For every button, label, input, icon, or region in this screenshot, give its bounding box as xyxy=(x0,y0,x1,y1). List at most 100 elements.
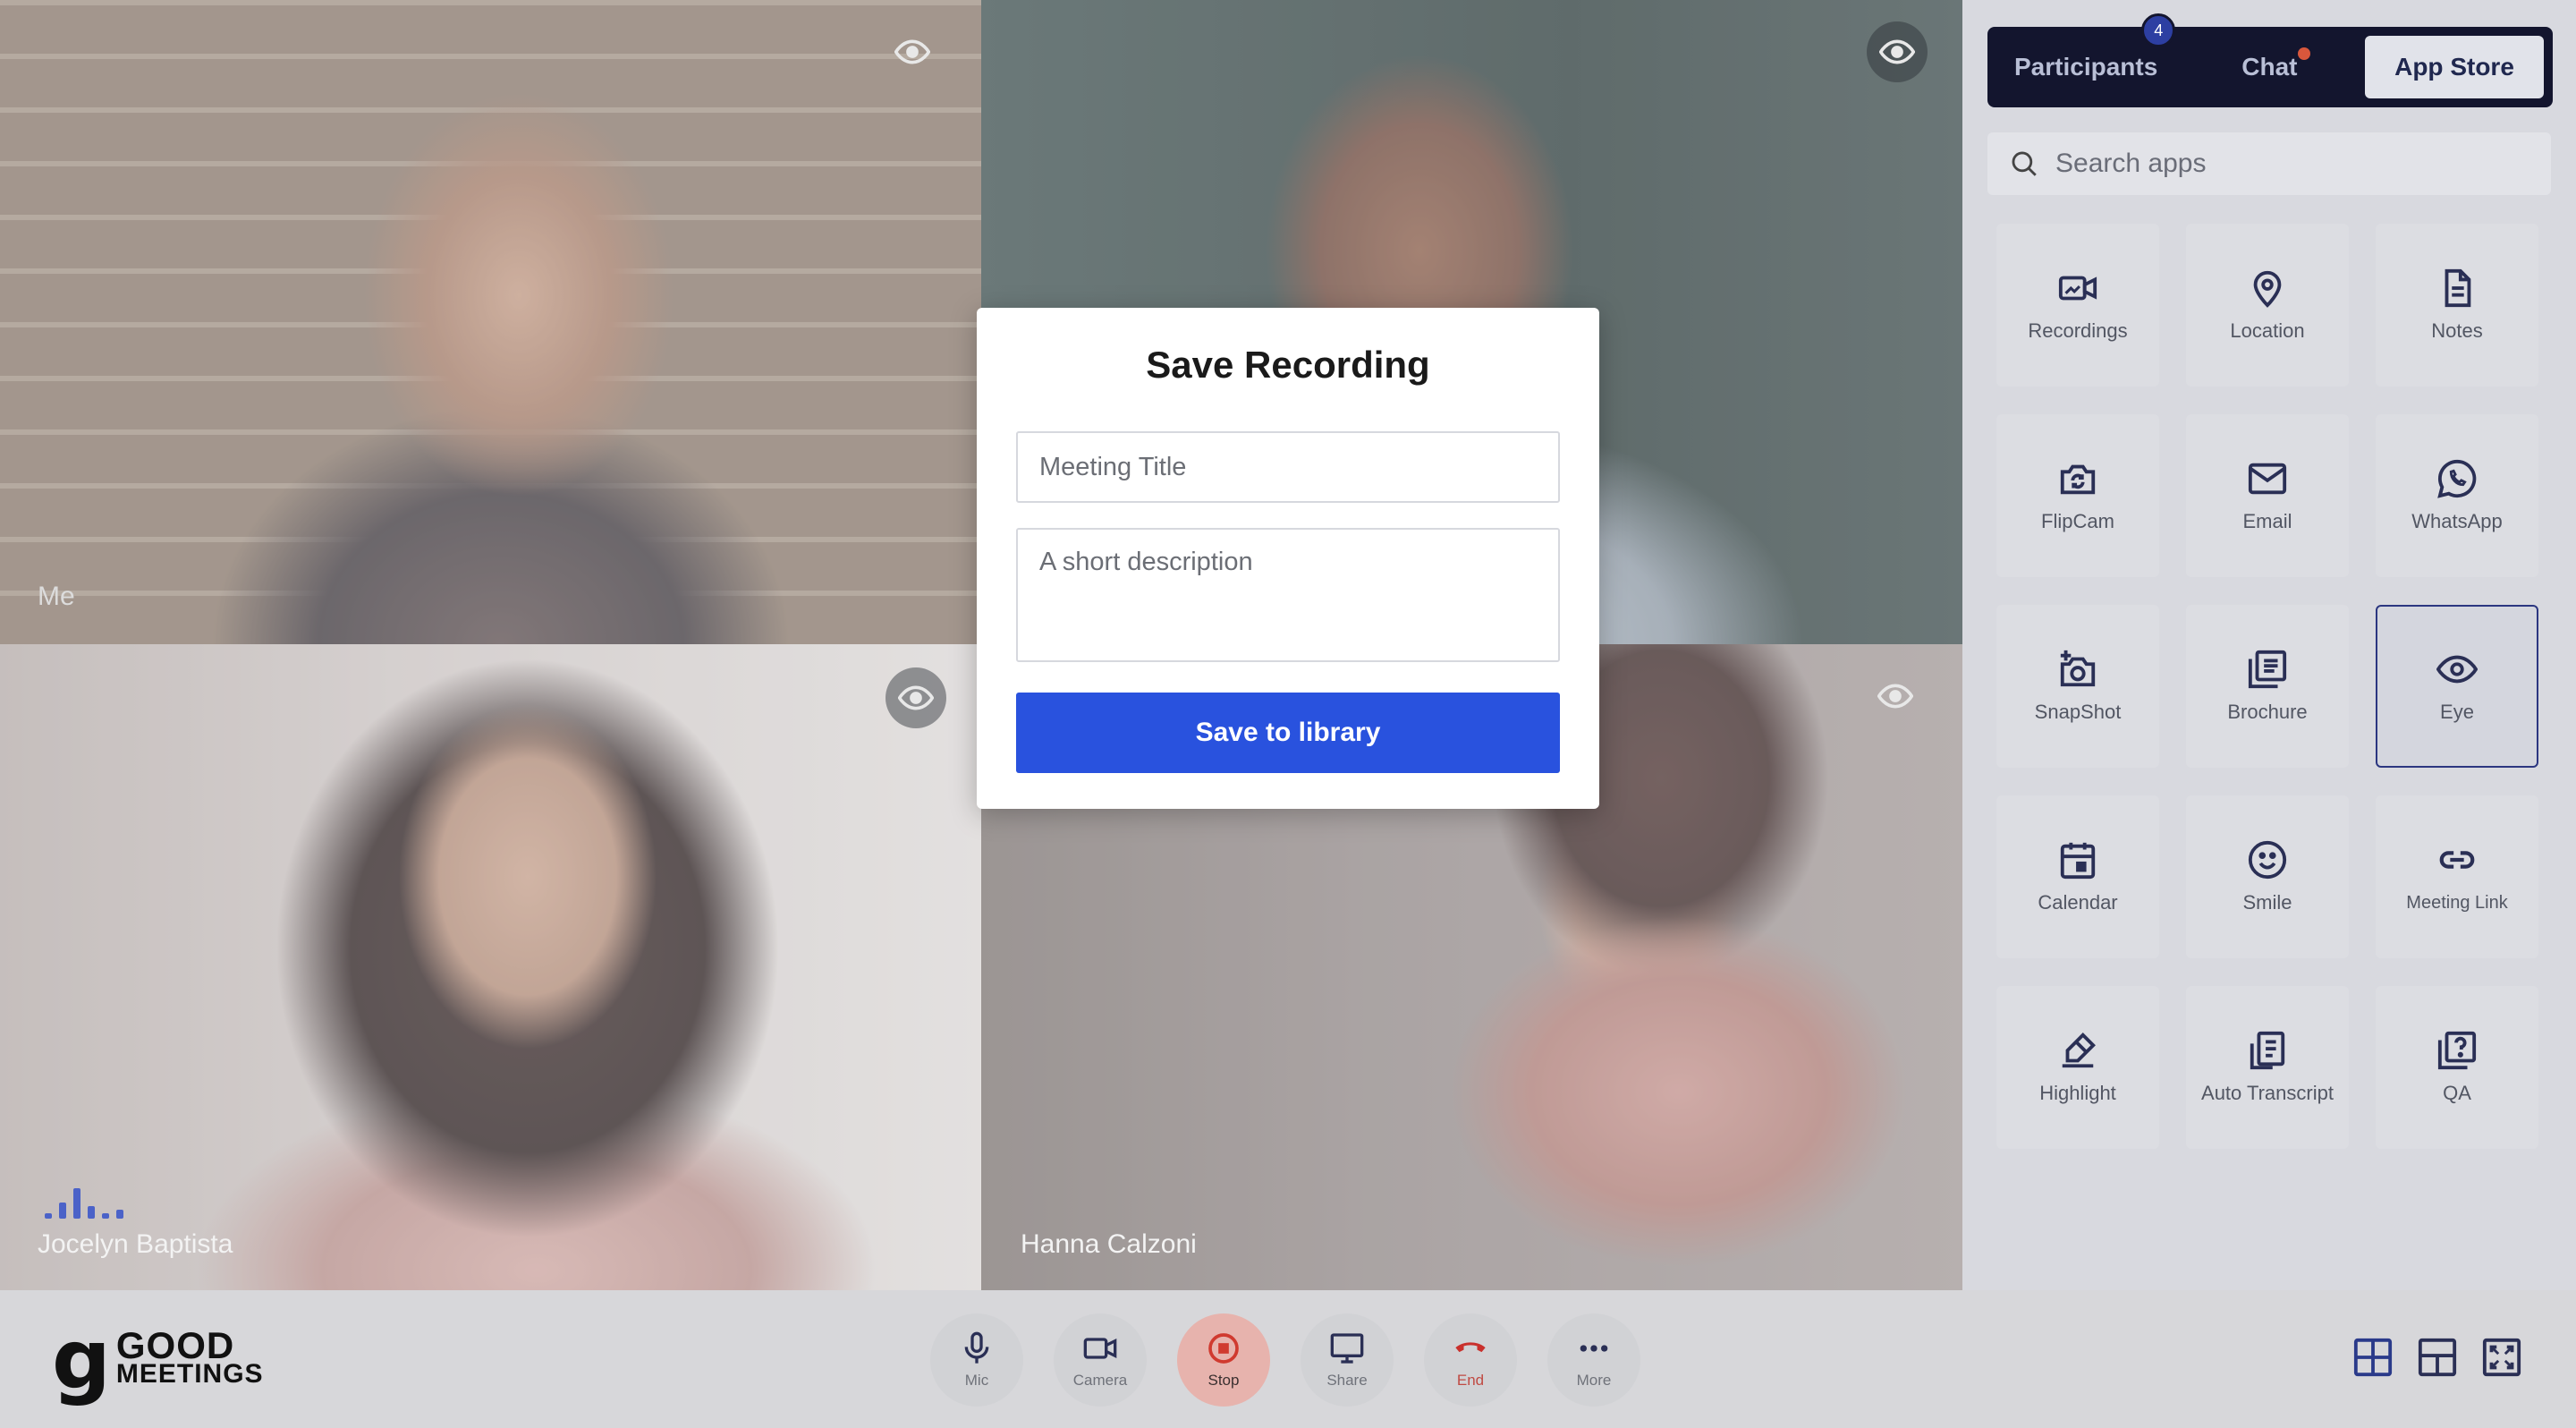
tab-label: Participants xyxy=(2014,53,2158,81)
app-store-panel: Participants 4 Chat App Store Recordings… xyxy=(1962,0,2576,1290)
participant-name: Me xyxy=(38,582,75,611)
tab-label: App Store xyxy=(2394,53,2514,81)
screen-share-icon xyxy=(1330,1333,1364,1364)
tab-label: Chat xyxy=(2241,53,2298,81)
unread-dot xyxy=(2297,47,2310,60)
video-tile-me[interactable]: Me xyxy=(0,0,981,644)
app-label: QA xyxy=(2443,1082,2471,1104)
more-button[interactable]: More xyxy=(1547,1313,1640,1407)
app-location[interactable]: Location xyxy=(2186,224,2349,387)
control-label: Stop xyxy=(1208,1372,1240,1389)
stop-record-icon xyxy=(1208,1333,1239,1364)
app-label: Location xyxy=(2230,319,2305,342)
end-call-button[interactable]: End xyxy=(1424,1313,1517,1407)
calendar-icon xyxy=(2060,842,2096,880)
call-controls: Mic Camera Stop Share End More xyxy=(930,1313,1640,1407)
hang-up-icon xyxy=(1455,1342,1486,1353)
grid-view-icon[interactable] xyxy=(2352,1337,2394,1378)
share-button[interactable]: Share xyxy=(1301,1313,1394,1407)
app-highlight[interactable]: Highlight xyxy=(1996,986,2159,1149)
app-label: SnapShot xyxy=(2034,701,2122,723)
app-label: Meeting Link xyxy=(2406,893,2508,913)
snapshot-camera-icon xyxy=(2060,650,2096,687)
layout-switcher xyxy=(2352,1337,2522,1378)
participant-name: Jocelyn Baptista xyxy=(38,1229,233,1259)
app-email[interactable]: Email xyxy=(2186,414,2349,577)
stop-recording-button[interactable]: Stop xyxy=(1177,1313,1270,1407)
app-label: Highlight xyxy=(2039,1082,2116,1104)
app-recordings[interactable]: Recordings xyxy=(1996,224,2159,387)
video-icon xyxy=(2058,276,2097,301)
camera-button[interactable]: Camera xyxy=(1054,1313,1147,1407)
envelope-icon xyxy=(2248,463,2287,495)
search-bar[interactable] xyxy=(1987,132,2551,195)
fullscreen-icon[interactable] xyxy=(2481,1337,2522,1378)
layout-view-icon[interactable] xyxy=(2417,1337,2458,1378)
eye-icon[interactable] xyxy=(1867,21,1928,82)
smile-icon xyxy=(2248,840,2287,880)
question-icon xyxy=(2437,1031,2477,1070)
control-label: Share xyxy=(1326,1372,1368,1389)
app-snapshot[interactable]: SnapShot xyxy=(1996,605,2159,768)
app-whatsapp[interactable]: WhatsApp xyxy=(2376,414,2538,577)
whatsapp-icon xyxy=(2437,459,2477,498)
control-label: Mic xyxy=(964,1372,989,1389)
highlighter-icon xyxy=(2062,1033,2096,1068)
app-auto-transcript[interactable]: Auto Transcript xyxy=(2186,986,2349,1149)
app-label: FlipCam xyxy=(2041,510,2114,532)
participants-count-badge: 4 xyxy=(2141,13,2176,47)
app-label: Notes xyxy=(2431,319,2483,342)
app-label: Recordings xyxy=(2028,319,2128,342)
app-label: Brochure xyxy=(2227,701,2308,723)
app-label: Calendar xyxy=(2038,891,2118,914)
eye-icon[interactable] xyxy=(1865,666,1926,727)
search-icon xyxy=(2012,151,2037,176)
app-meeting-link[interactable]: Meeting Link xyxy=(2376,795,2538,958)
app-label: Smile xyxy=(2242,891,2292,914)
app-eye[interactable]: Eye xyxy=(2376,605,2538,768)
control-label: Camera xyxy=(1072,1372,1128,1389)
app-notes[interactable]: Notes xyxy=(2376,224,2538,387)
logo-line1: GOOD xyxy=(115,1324,235,1366)
meeting-title-input[interactable] xyxy=(1016,431,1560,503)
eye-icon xyxy=(2436,655,2478,684)
tile-overlay xyxy=(0,0,981,644)
flip-camera-icon xyxy=(2060,464,2096,495)
video-tile-jocelyn[interactable]: Jocelyn Baptista xyxy=(0,644,981,1290)
app-brochure[interactable]: Brochure xyxy=(2186,605,2349,768)
app-calendar[interactable]: Calendar xyxy=(1996,795,2159,958)
logo-line2: MEETINGS xyxy=(115,1359,264,1389)
brochure-icon xyxy=(2248,650,2287,689)
tab-participants[interactable]: Participants 4 xyxy=(2014,13,2176,81)
control-label: More xyxy=(1576,1372,1612,1389)
audio-level-icon xyxy=(45,1188,123,1219)
video-camera-icon xyxy=(1083,1338,1117,1359)
mic-button[interactable]: Mic xyxy=(930,1313,1023,1407)
transcript-icon xyxy=(2250,1031,2285,1070)
dialog-title: Save Recording xyxy=(1146,344,1430,386)
app-smile[interactable]: Smile xyxy=(2186,795,2349,958)
eye-icon[interactable] xyxy=(882,21,943,82)
location-pin-icon xyxy=(2253,270,2282,308)
save-to-library-button[interactable]: Save to library xyxy=(1016,693,1560,773)
participant-name: Hanna Calzoni xyxy=(1021,1229,1197,1259)
control-label: End xyxy=(1456,1372,1485,1389)
app-label: WhatsApp xyxy=(2411,510,2503,532)
microphone-icon xyxy=(964,1331,989,1364)
save-recording-dialog: Save Recording Save to library xyxy=(977,308,1599,809)
more-dots-icon xyxy=(1580,1345,1608,1352)
search-input[interactable] xyxy=(2055,149,2538,179)
app-flipcam[interactable]: FlipCam xyxy=(1996,414,2159,577)
app-label: Eye xyxy=(2440,701,2474,723)
tab-chat[interactable]: Chat xyxy=(2241,47,2310,81)
tab-app-store[interactable]: App Store xyxy=(2365,36,2544,98)
document-icon xyxy=(2445,268,2471,308)
app-grid: Recordings Location Notes FlipCam Email … xyxy=(1996,224,2538,1149)
eye-icon[interactable] xyxy=(886,667,946,728)
description-textarea[interactable] xyxy=(1016,528,1560,662)
bottom-toolbar: g GOOD MEETINGS Mic Camera Stop Share En… xyxy=(0,1290,2576,1428)
app-qa[interactable]: QA xyxy=(2376,986,2538,1149)
tile-overlay xyxy=(0,644,981,1290)
app-label: Auto Transcript xyxy=(2201,1082,2334,1104)
good-meetings-logo: g GOOD MEETINGS xyxy=(52,1319,264,1401)
